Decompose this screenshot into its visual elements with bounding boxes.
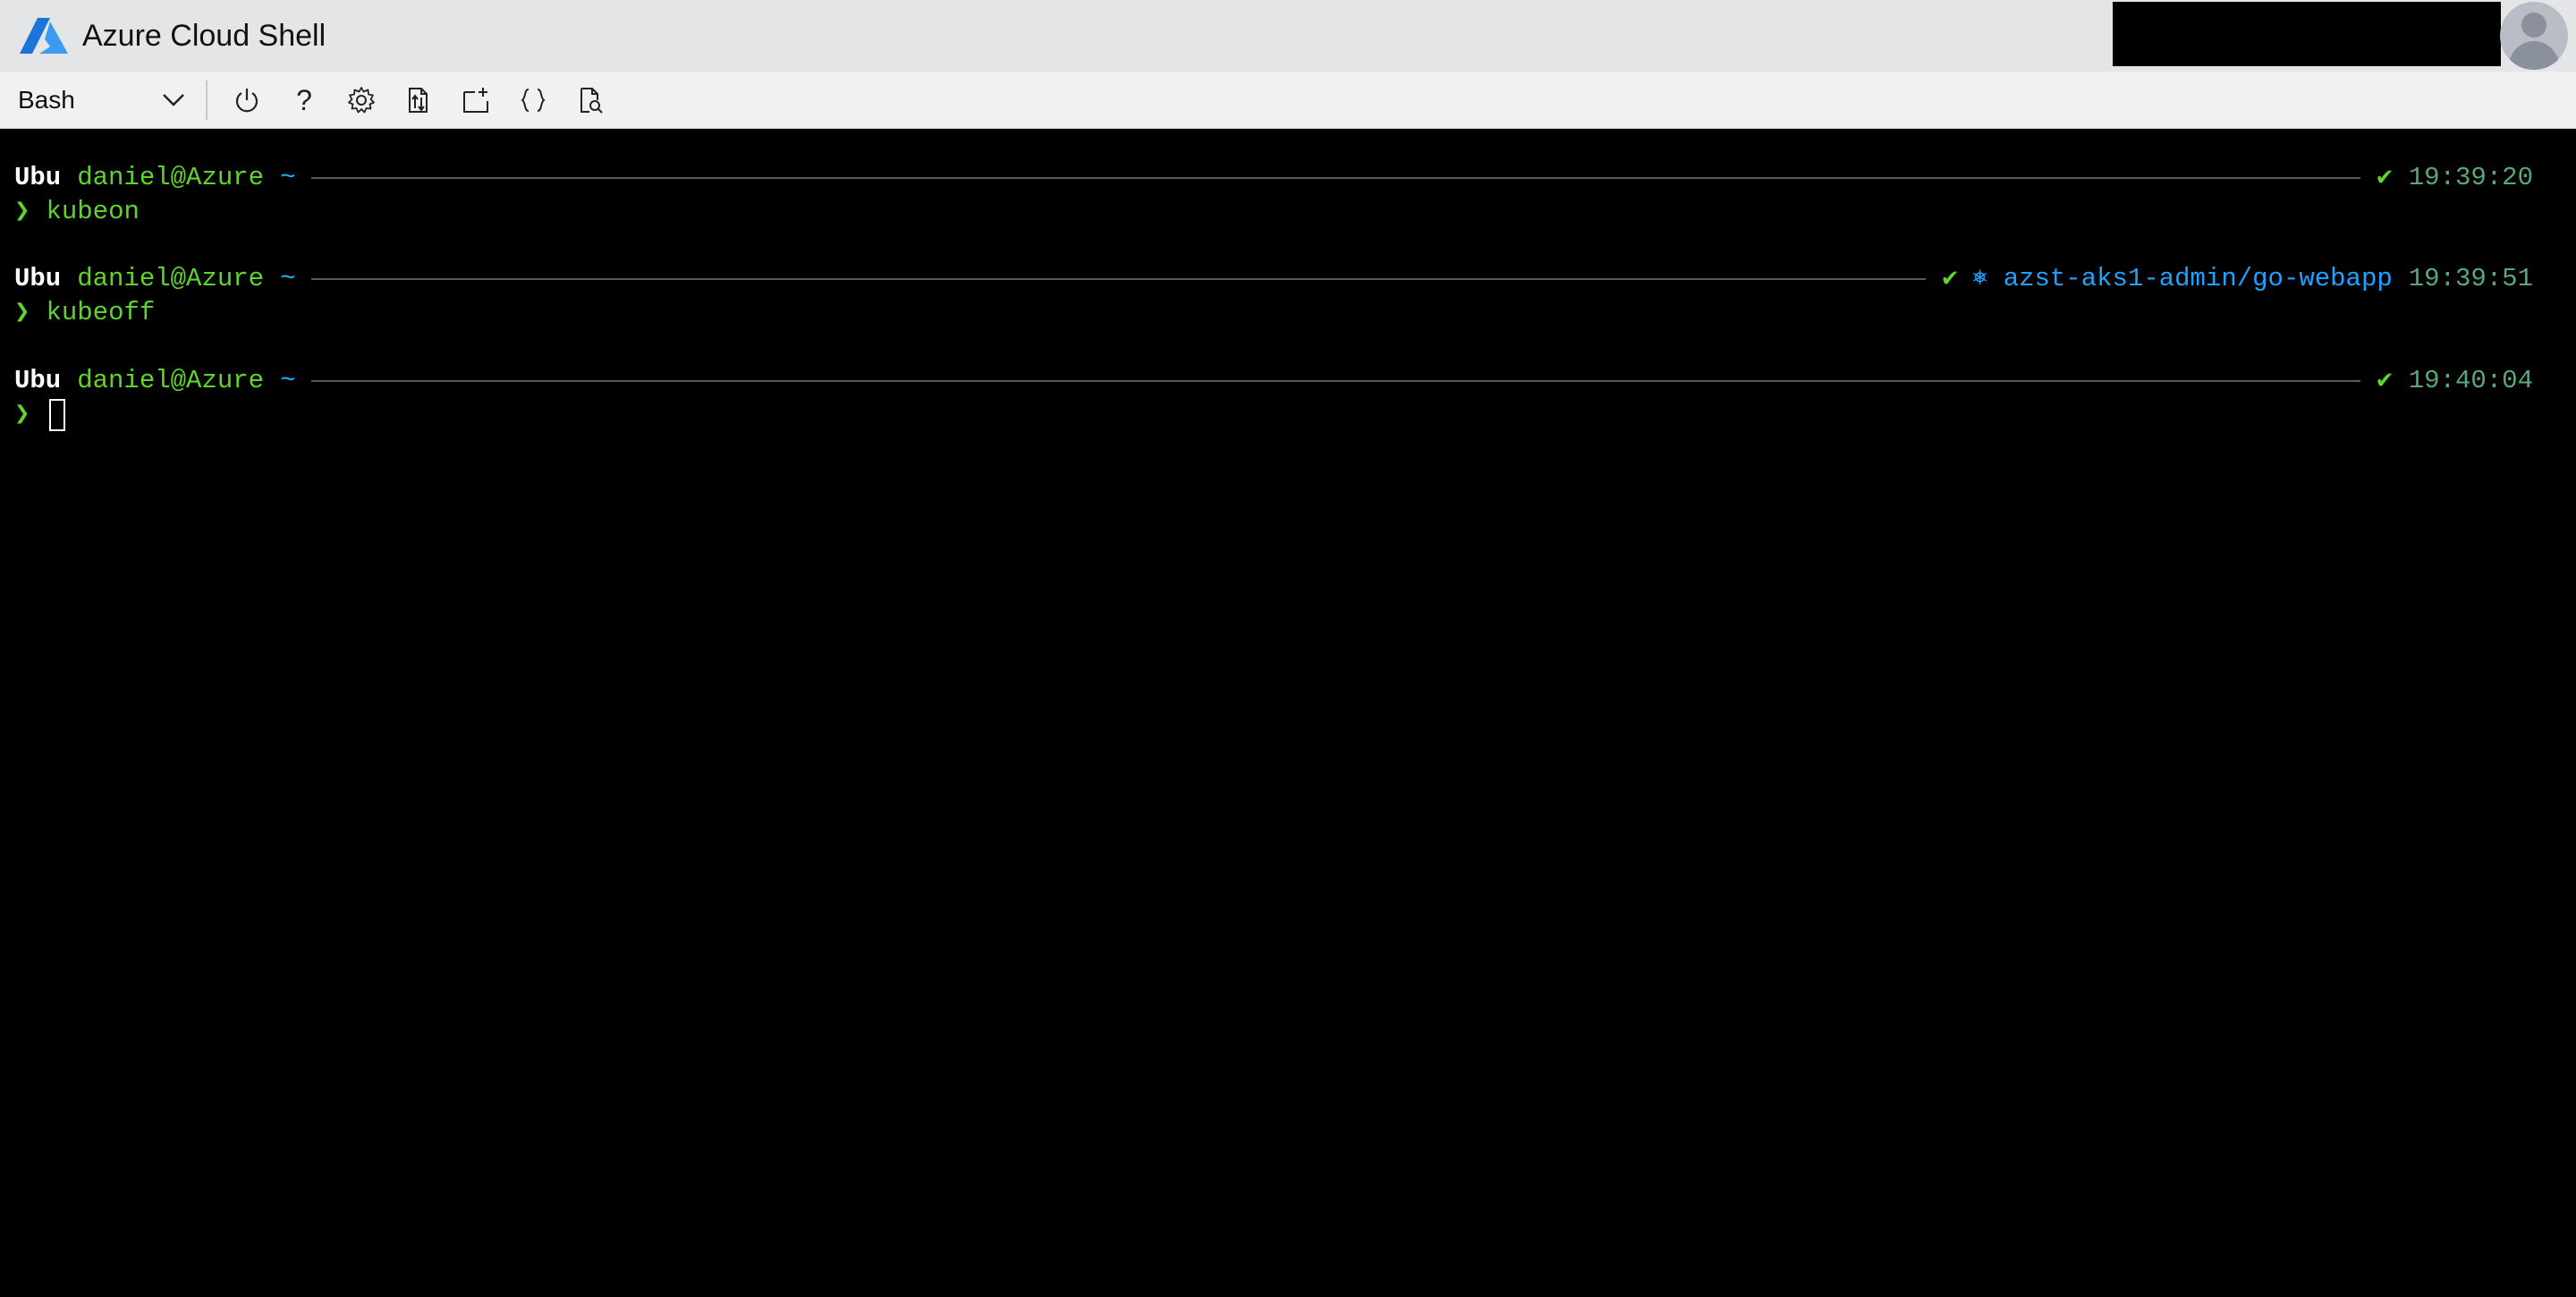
power-icon — [235, 89, 258, 113]
shell-type-dropdown[interactable]: Bash — [0, 72, 202, 129]
upload-download-button[interactable] — [397, 81, 440, 120]
prompt-line: Ubu daniel@Azure ~ ✔ ⎈ azst-aks1-admin/go-we… — [14, 262, 2533, 296]
editor-button[interactable] — [512, 81, 555, 120]
terminal[interactable]: Ubu daniel@Azure ~ ✔ 19:39:20 ❯ kubeon Ubu dan… — [0, 130, 2576, 1297]
prompt-time: 19:39:51 — [2408, 264, 2533, 293]
app-title: Azure Cloud Shell — [82, 19, 326, 53]
settings-button[interactable] — [340, 81, 383, 120]
kube-context: ⎈ azst-aks1-admin/go-webapp — [1971, 264, 2393, 293]
restart-button[interactable] — [225, 81, 268, 120]
prompt-arrow-icon: ❯ — [14, 197, 30, 226]
toolbar: Bash ? — [0, 72, 2576, 129]
command-line: ❯ kubeoff — [14, 296, 2533, 330]
toolbar-divider — [206, 81, 208, 120]
current-dir: ~ — [280, 366, 296, 395]
current-dir: ~ — [280, 264, 296, 293]
prompt-arrow-icon: ❯ — [14, 298, 30, 327]
help-icon: ? — [296, 83, 312, 116]
current-dir: ~ — [280, 163, 296, 192]
status-check-icon: ✔ — [2377, 163, 2393, 192]
azure-logo-icon — [20, 18, 68, 54]
command-text: kubeon — [46, 197, 140, 226]
web-preview-button[interactable] — [569, 81, 612, 120]
gear-icon — [348, 87, 375, 114]
prompt-rule — [311, 177, 2361, 179]
upload-download-icon — [409, 88, 428, 113]
prompt-line: Ubu daniel@Azure ~ ✔ 19:40:04 — [14, 364, 2533, 398]
prompt-time: 19:40:04 — [2408, 366, 2533, 395]
user-host: daniel@Azure — [77, 366, 265, 395]
prompt-line: Ubu daniel@Azure ~ ✔ 19:39:20 — [14, 161, 2533, 195]
command-line: ❯ — [14, 398, 2533, 432]
shell-type-label: Bash — [18, 86, 75, 114]
user-host: daniel@Azure — [77, 264, 265, 293]
web-preview-icon — [580, 88, 603, 114]
os-label: Ubu — [14, 264, 62, 293]
prompt-rule — [311, 278, 1927, 280]
new-session-icon — [463, 88, 488, 113]
prompt-arrow-icon: ❯ — [14, 400, 30, 429]
status-check-icon: ✔ — [2377, 366, 2393, 395]
command-line: ❯ kubeon — [14, 195, 2533, 229]
status-check-icon: ✔ — [1942, 264, 1958, 293]
help-button[interactable]: ? — [283, 81, 326, 120]
command-text: kubeoff — [46, 298, 156, 327]
new-session-button[interactable] — [454, 81, 497, 120]
user-avatar-icon[interactable] — [2500, 2, 2568, 70]
prompt-rule — [311, 380, 2361, 382]
prompt-time: 19:39:20 — [2408, 163, 2533, 192]
redacted-account-box — [2113, 2, 2501, 66]
title-bar: Azure Cloud Shell — [0, 0, 2576, 72]
braces-icon — [521, 89, 546, 112]
chevron-down-icon — [163, 94, 184, 106]
user-host: daniel@Azure — [77, 163, 265, 192]
os-label: Ubu — [14, 366, 62, 395]
terminal-cursor[interactable] — [49, 399, 66, 431]
os-label: Ubu — [14, 163, 62, 192]
